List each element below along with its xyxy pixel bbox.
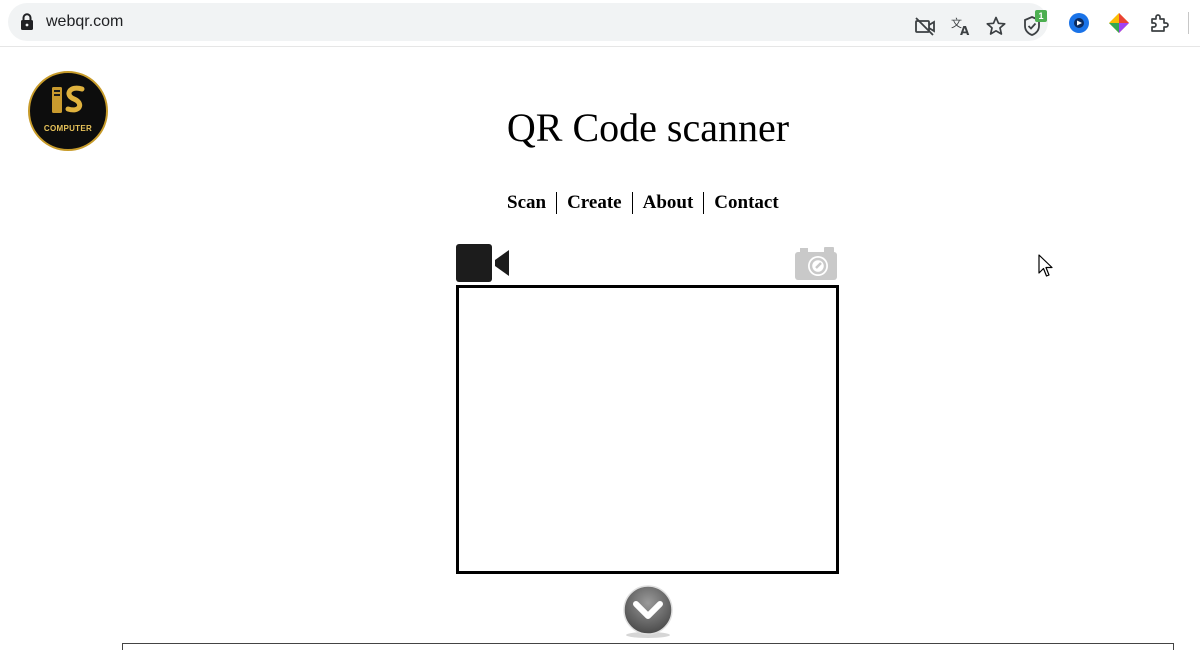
extension-blue-icon[interactable] bbox=[1068, 12, 1090, 34]
shield-extension-icon[interactable]: 1 bbox=[1021, 10, 1047, 37]
toolbar-divider bbox=[1188, 12, 1189, 34]
mouse-cursor-icon bbox=[1038, 254, 1053, 277]
lock-icon[interactable] bbox=[19, 13, 35, 31]
main-nav: Scan Create About Contact bbox=[497, 192, 789, 214]
nav-item-scan[interactable]: Scan bbox=[497, 192, 556, 214]
nav-item-create[interactable]: Create bbox=[556, 192, 632, 214]
svg-text:A: A bbox=[960, 24, 970, 37]
video-camera-icon[interactable] bbox=[456, 244, 512, 282]
nav-item-about[interactable]: About bbox=[631, 192, 704, 214]
extension-colorful-icon[interactable] bbox=[1108, 12, 1130, 34]
translate-icon[interactable]: 文 A bbox=[950, 15, 972, 37]
chevron-down-circle-icon[interactable] bbox=[621, 585, 675, 639]
scan-area[interactable] bbox=[456, 285, 839, 574]
photo-camera-icon[interactable] bbox=[794, 245, 838, 281]
nav-item-contact[interactable]: Contact bbox=[703, 192, 788, 214]
address-bar[interactable]: webqr.com 文 A 1 bbox=[8, 3, 1048, 41]
result-box bbox=[122, 643, 1174, 650]
url-text[interactable]: webqr.com bbox=[46, 13, 123, 31]
page-title: QR Code scanner bbox=[506, 105, 790, 150]
extension-badge: 1 bbox=[1035, 10, 1047, 22]
puzzle-extensions-icon[interactable] bbox=[1148, 12, 1170, 34]
camera-blocked-icon[interactable] bbox=[914, 15, 936, 37]
bookmark-star-icon[interactable] bbox=[985, 15, 1007, 37]
browser-toolbar: webqr.com 文 A 1 bbox=[0, 0, 1200, 47]
